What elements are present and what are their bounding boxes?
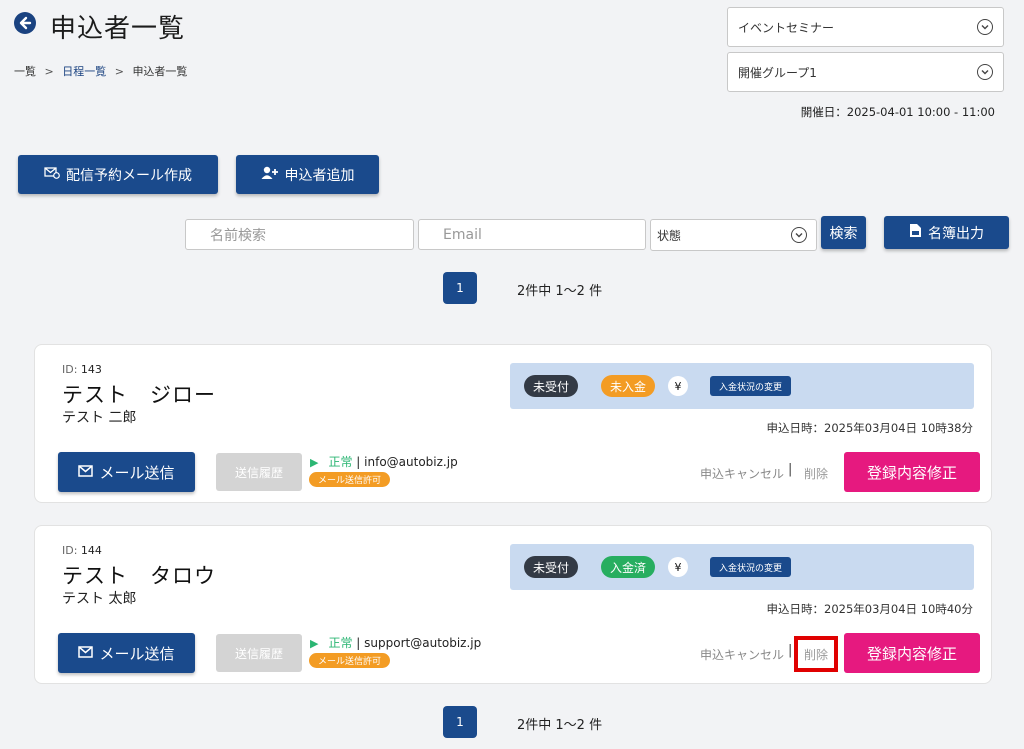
cancel-application-link[interactable]: 申込キャンセル [700,646,784,663]
yen-icon: ¥ [668,557,688,577]
create-scheduled-mail-button[interactable]: 配信予約メール作成 [18,155,218,194]
payment-status-badge: 入金済 [601,556,656,578]
search-button[interactable]: 検索 [821,216,866,249]
applicant-id: ID: 144 [62,544,102,557]
page-title: 申込者一覧 [50,14,186,44]
send-mail-label: メール送信 [99,644,175,663]
mail-icon [78,463,94,481]
name-search-placeholder: 名前検索 [210,227,266,244]
breadcrumb-item-schedule[interactable]: 日程一覧 [62,65,106,78]
play-icon: ▶ [310,637,319,650]
chevron-down-icon [791,227,807,243]
applicant-name: テスト タロウ [62,564,216,588]
link-separator: | [788,643,793,658]
csv-file-icon [909,223,922,242]
applicant-email: support@autobiz.jp [364,636,482,650]
back-arrow-icon[interactable] [14,12,36,34]
group-select[interactable]: 開催グループ1 [727,52,1004,92]
applied-datetime: 申込日時：2025年03月04日 10時38分 [766,421,973,435]
event-date: 開催日：2025-04-01 10:00 - 11:00 [800,105,995,119]
breadcrumb-item-current: 申込者一覧 [132,65,188,78]
edit-registration-button[interactable]: 登録内容修正 [844,633,980,673]
export-roster-label: 名簿出力 [928,225,984,242]
status-select-value: 状態 [657,228,682,243]
change-payment-status-button[interactable]: 入金状況の変更 [710,557,792,577]
email-search-input[interactable]: Email [418,219,646,250]
payment-status-badge: 未入金 [601,375,656,397]
pagination-summary: 2件中 1〜2 件 [517,284,603,299]
add-user-icon [261,166,279,184]
send-history-button[interactable]: 送信履歴 [216,634,302,672]
play-icon: ▶ [310,456,319,469]
applicant-email: info@autobiz.jp [364,455,458,469]
link-separator: | [788,462,793,477]
applicant-card: ID: 143 テスト ジロー テスト 二郎 未受付 未入金 ¥ 入金状況の変更… [34,344,992,503]
mail-clock-icon [44,166,60,183]
reception-status-badge: 未受付 [524,375,579,397]
edit-registration-button[interactable]: 登録内容修正 [844,452,980,492]
event-select-value: イベントセミナー [738,20,835,35]
reception-status-badge: 未受付 [524,556,579,578]
applicant-kana: テスト 二郎 [62,410,137,426]
send-mail-button[interactable]: メール送信 [58,633,195,673]
pagination-page-button[interactable]: 1 [443,706,477,738]
applied-datetime: 申込日時：2025年03月04日 10時40分 [766,602,973,616]
yen-icon: ¥ [668,376,688,396]
event-select[interactable]: イベントセミナー [727,7,1004,47]
mail-status: 正常 [328,455,353,469]
send-mail-button[interactable]: メール送信 [58,452,195,492]
chevron-down-icon [977,64,993,80]
mail-status: 正常 [328,636,353,650]
send-mail-label: メール送信 [99,463,175,482]
chevron-down-icon [977,19,993,35]
mail-info: ▶ 正常 | support@autobiz.jp [310,636,482,650]
add-applicant-label: 申込者追加 [284,167,355,184]
create-scheduled-mail-label: 配信予約メール作成 [66,167,192,184]
mail-permission-badge: メール送信許可 [309,472,391,487]
cancel-application-link[interactable]: 申込キャンセル [700,465,784,482]
breadcrumb-separator: > [44,65,54,78]
applicant-name: テスト ジロー [62,383,216,407]
send-history-button[interactable]: 送信履歴 [216,453,302,491]
mail-icon [78,644,94,662]
delete-link[interactable]: 削除 [804,465,828,482]
breadcrumb-separator: > [114,65,124,78]
mail-permission-badge: メール送信許可 [309,653,391,668]
mail-info: ▶ 正常 | info@autobiz.jp [310,455,458,469]
breadcrumb-item-list[interactable]: 一覧 [14,65,36,78]
add-applicant-button[interactable]: 申込者追加 [236,155,379,194]
delete-link[interactable]: 削除 [794,636,838,672]
applicant-card: ID: 144 テスト タロウ テスト 太郎 未受付 入金済 ¥ 入金状況の変更… [34,525,992,684]
email-search-placeholder: Email [443,226,482,243]
pagination-summary: 2件中 1〜2 件 [517,718,603,733]
status-panel: 未受付 未入金 ¥ 入金状況の変更 [510,363,974,409]
pagination-page-button[interactable]: 1 [443,272,477,304]
status-panel: 未受付 入金済 ¥ 入金状況の変更 [510,544,974,590]
breadcrumb: 一覧 > 日程一覧 > 申込者一覧 [14,63,187,79]
group-select-value: 開催グループ1 [738,65,817,80]
applicant-kana: テスト 太郎 [62,591,137,607]
name-search-input[interactable]: 名前検索 [185,219,414,250]
change-payment-status-button[interactable]: 入金状況の変更 [710,376,792,396]
search-button-label: 検索 [829,225,858,242]
export-roster-button[interactable]: 名簿出力 [884,216,1009,249]
status-select[interactable]: 状態 [650,219,817,251]
applicant-id: ID: 143 [62,363,102,376]
